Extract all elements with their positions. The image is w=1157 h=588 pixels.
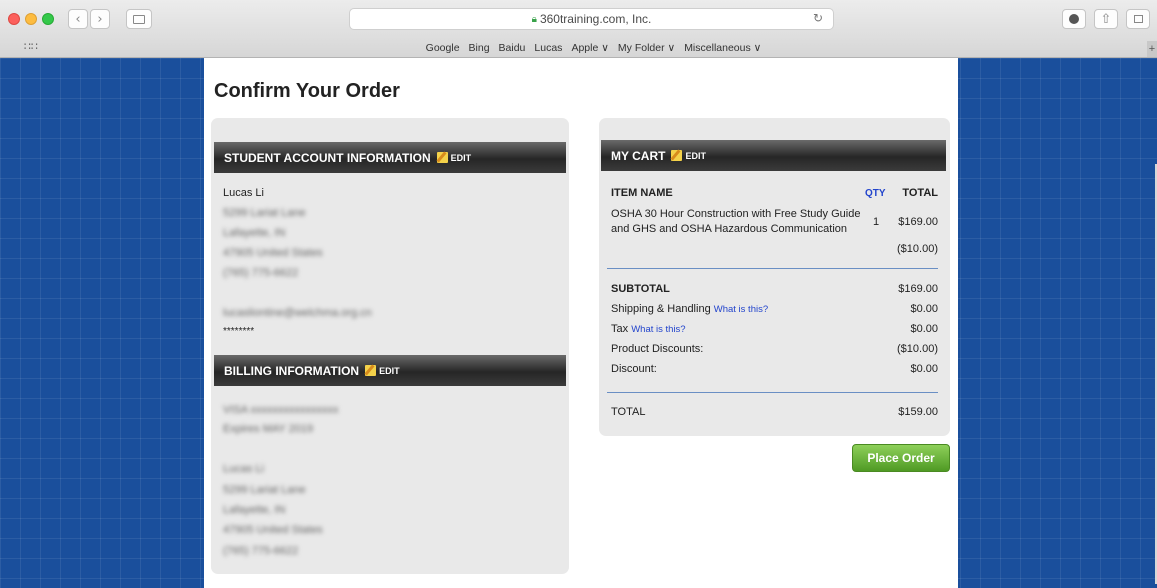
reload-icon[interactable]: ↻ [813, 11, 823, 25]
page-title: Confirm Your Order [214, 80, 400, 102]
download-icon [1069, 14, 1079, 24]
back-button[interactable]: ‹ [68, 9, 88, 29]
cart-item-name-line1: OSHA 30 Hour Construction with Free Stud… [611, 208, 861, 220]
student-account-header: STUDENT ACCOUNT INFORMATION EDIT [214, 142, 566, 173]
billing-city: Lafayette, IN [223, 504, 286, 516]
student-password: ******** [223, 326, 255, 337]
close-window-button[interactable] [8, 13, 20, 25]
student-email: lucasliontine@welchma.org.cn [223, 307, 372, 319]
minimize-window-button[interactable] [25, 13, 37, 25]
cart-panel: MY CART EDIT ITEM NAME QTY TOTAL OSHA 30… [599, 118, 950, 436]
cart-header: MY CART EDIT [601, 140, 946, 171]
edit-cart-link[interactable]: EDIT [685, 151, 706, 161]
shipping-value: $0.00 [910, 303, 938, 315]
edit-student-account-link[interactable]: EDIT [451, 153, 472, 163]
tax-info-link[interactable]: What is this? [631, 324, 685, 335]
lock-icon: 🔒︎ [531, 13, 537, 25]
chevron-right-icon: › [97, 11, 103, 27]
cart-item-total: $169.00 [898, 216, 938, 228]
browser-chrome: ‹ › 🔒︎ 360training.com, Inc. ↻ ⇧ ∷∷ Goog… [0, 0, 1157, 58]
tax-label: Tax What is this? [611, 323, 686, 335]
cart-item-discount: ($10.00) [897, 243, 938, 255]
total-label: TOTAL [611, 406, 646, 418]
forward-button[interactable]: › [90, 9, 110, 29]
divider [607, 268, 938, 269]
new-tab-button[interactable]: + [1147, 41, 1157, 57]
discount-label: Discount: [611, 363, 657, 375]
share-button[interactable]: ⇧ [1094, 9, 1118, 29]
bookmarks-bar: Google Bing Baidu Lucas Apple ∨ My Folde… [0, 39, 1157, 57]
sidebar-toggle-button[interactable] [126, 9, 152, 29]
edit-pencil-icon[interactable] [365, 365, 377, 376]
discount-value: $0.00 [910, 363, 938, 375]
student-zip-country: 47905 United States [223, 247, 323, 259]
student-name: Lucas Li [223, 187, 264, 199]
billing-zip-country: 47905 United States [223, 524, 323, 536]
divider [607, 392, 938, 393]
share-icon: ⇧ [1100, 11, 1112, 27]
product-discounts-value: ($10.00) [897, 343, 938, 355]
billing-phone: (765) 775-6622 [223, 545, 299, 557]
billing-card: VISA xxxxxxxxxxxxxxxx [223, 404, 339, 416]
zoom-window-button[interactable] [42, 13, 54, 25]
shipping-info-link[interactable]: What is this? [714, 304, 768, 315]
account-billing-panel: STUDENT ACCOUNT INFORMATION EDIT Lucas L… [211, 118, 569, 574]
edit-pencil-icon[interactable] [436, 152, 448, 163]
bookmark-miscellaneous[interactable]: Miscellaneous ∨ [684, 42, 761, 54]
bookmark-my-folder[interactable]: My Folder ∨ [618, 42, 675, 54]
student-city: Lafayette, IN [223, 227, 286, 239]
subtotal-value: $169.00 [898, 283, 938, 295]
billing-expires: Expires MAY 2019 [223, 423, 314, 435]
cart-item-name-line2: and GHS and OSHA Hazardous Communication [611, 223, 848, 235]
tabs-icon [1133, 15, 1143, 23]
cart-item-qty: 1 [873, 216, 880, 228]
subtotal-label: SUBTOTAL [611, 283, 670, 295]
student-phone: (765) 775-6622 [223, 267, 299, 279]
downloads-button[interactable] [1062, 9, 1086, 29]
edit-pencil-icon[interactable] [671, 150, 683, 161]
bookmark-google[interactable]: Google [426, 42, 460, 54]
edit-billing-link[interactable]: EDIT [379, 366, 400, 376]
bookmark-bing[interactable]: Bing [469, 42, 490, 54]
col-total: TOTAL [902, 187, 938, 199]
bookmark-lucas[interactable]: Lucas [534, 42, 562, 54]
billing-header: BILLING INFORMATION EDIT [214, 355, 566, 386]
chevron-left-icon: ‹ [75, 11, 81, 27]
bookmark-apple[interactable]: Apple ∨ [571, 42, 608, 54]
shipping-label: Shipping & Handling What is this? [611, 303, 769, 315]
address-bar[interactable]: 🔒︎ 360training.com, Inc. ↻ [349, 8, 834, 30]
product-discounts-label: Product Discounts: [611, 343, 704, 355]
sidebar-icon [133, 14, 145, 24]
col-qty: QTY [865, 188, 886, 199]
bookmark-baidu[interactable]: Baidu [499, 42, 526, 54]
place-order-button[interactable]: Place Order [852, 444, 950, 472]
total-value: $159.00 [898, 406, 938, 418]
billing-name: Lucas Li [223, 463, 264, 475]
tax-value: $0.00 [910, 323, 938, 335]
col-item-name: ITEM NAME [611, 187, 673, 199]
address-text: 360training.com, Inc. [539, 12, 652, 26]
order-page: Confirm Your Order STUDENT ACCOUNT INFOR… [204, 58, 958, 588]
billing-street: 5299 Lariat Lane [223, 484, 306, 496]
tabs-button[interactable] [1126, 9, 1150, 29]
student-street: 5299 Lariat Lane [223, 207, 306, 219]
